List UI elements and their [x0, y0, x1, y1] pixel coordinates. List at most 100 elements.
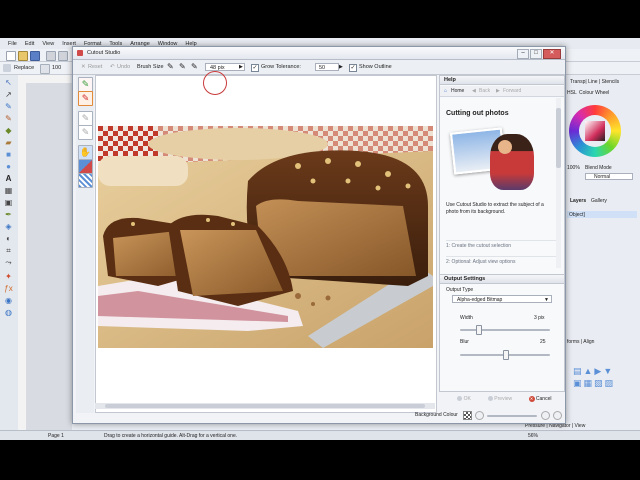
colour-wheel-tab[interactable]: Colour Wheel	[579, 90, 609, 96]
panel-tabs-top[interactable]: Transp| Line | Stencils	[570, 79, 619, 85]
mesh-tool-icon[interactable]: ✦	[3, 272, 14, 281]
reset-icon[interactable]: ✕	[81, 64, 86, 70]
brush-size-dropdown-icon[interactable]: ▶	[239, 64, 243, 70]
colour-wheel[interactable]	[569, 105, 621, 157]
minimize-icon[interactable]: –	[517, 49, 529, 59]
page-indicator[interactable]: Page 1	[48, 433, 64, 439]
align-icons[interactable]: ▤▲▶▼ ▣▦▧▨	[573, 365, 631, 405]
colour-picker-icon[interactable]: ✒	[3, 210, 14, 219]
picture-tool-icon[interactable]: ▣	[3, 198, 14, 207]
undo-icon[interactable]: ↶	[110, 64, 115, 70]
fill-tool-icon[interactable]: ◆	[3, 126, 14, 135]
gallery-tab[interactable]: Gallery	[591, 198, 607, 204]
status-bar: Page 1 Drag to create a horizontal guide…	[0, 430, 640, 440]
cutout-canvas[interactable]	[95, 75, 437, 413]
blur-slider-thumb[interactable]	[503, 350, 509, 360]
width-slider[interactable]	[460, 325, 550, 335]
table-tool-icon[interactable]: ▦	[3, 186, 14, 195]
pointer-tool-icon[interactable]: ↖	[3, 78, 14, 87]
help-scrollbar[interactable]	[556, 98, 561, 268]
help-step-1[interactable]: 1: Create the cutout selection	[446, 240, 556, 249]
colour-triangle[interactable]	[585, 121, 605, 141]
help-forward-link[interactable]: Forward	[503, 88, 521, 94]
background-checker-swatch[interactable]	[463, 411, 472, 420]
transform-tab[interactable]: forms | Align	[567, 339, 594, 345]
help-home-link[interactable]: Home	[451, 88, 464, 94]
menu-view[interactable]: View	[42, 40, 54, 49]
help-step-2[interactable]: 2: Optional: Adjust view options	[446, 256, 556, 265]
blend-mode-select[interactable]: Normal	[585, 173, 633, 180]
new-icon[interactable]	[6, 51, 16, 61]
preview-button[interactable]: Preview	[483, 394, 517, 404]
grow-tolerance-label: Grow Tolerance:	[261, 64, 301, 70]
transparency-tool-icon[interactable]: ◐	[3, 234, 14, 243]
cut-icon[interactable]	[46, 51, 56, 61]
ok-button[interactable]: OK	[453, 394, 475, 404]
brush-small-icon[interactable]: ✎	[167, 62, 174, 71]
touchup-keep-icon[interactable]: ✎	[78, 111, 93, 126]
touchup-discard-icon[interactable]: ✎	[78, 125, 93, 140]
zoom-in-icon[interactable]	[541, 411, 550, 420]
zoom-field[interactable]: 100	[52, 65, 61, 71]
3d-tool-icon[interactable]: ◍	[3, 308, 14, 317]
open-icon[interactable]	[18, 51, 28, 61]
canvas-horizontal-scrollbar[interactable]	[95, 403, 435, 409]
replace-button[interactable]: Replace	[14, 65, 34, 71]
chevron-down-icon: ▼	[544, 297, 549, 303]
home-icon[interactable]: ⌂	[444, 88, 447, 94]
save-icon[interactable]	[30, 51, 40, 61]
percent-label: 100%	[567, 165, 580, 171]
crop-tool-icon[interactable]: ⌗	[3, 246, 14, 255]
pen-tool-icon[interactable]: ✎	[3, 102, 14, 111]
layers-tab[interactable]: Layers	[570, 198, 586, 204]
dialog-title-bar[interactable]: Cutout Studio – □ ✕	[73, 47, 565, 60]
forward-icon[interactable]: ▶	[496, 88, 500, 94]
output-settings-panel: Output Settings Output Type Alpha-edged …	[439, 274, 565, 392]
quickshape-tool-icon[interactable]: ●	[3, 162, 14, 171]
brush-medium-icon[interactable]: ✎	[179, 62, 186, 71]
brush-large-icon[interactable]: ✎	[191, 62, 198, 71]
view-mode-icon[interactable]	[78, 159, 93, 174]
node-tool-icon[interactable]: ↗	[3, 90, 14, 99]
maximize-icon[interactable]: □	[530, 49, 542, 59]
output-type-select[interactable]: Alpha-edged Bitmap ▼	[452, 295, 552, 303]
fit-view-icon[interactable]	[553, 411, 562, 420]
brush-tool-icon[interactable]: ✎	[3, 114, 14, 123]
cancel-button[interactable]: ✕ Cancel	[523, 394, 557, 404]
help-back-link[interactable]: Back	[479, 88, 490, 94]
shadow-tool-icon[interactable]: ◉	[3, 296, 14, 305]
blur-slider[interactable]	[460, 350, 550, 360]
back-icon[interactable]: ◀	[472, 88, 476, 94]
eraser-tool-icon[interactable]: ▰	[3, 138, 14, 147]
properties-icon[interactable]	[40, 64, 50, 74]
brush-size-label: Brush Size	[137, 64, 164, 70]
scrollbar-thumb[interactable]	[105, 404, 425, 408]
fill-bucket-icon[interactable]: ◈	[3, 222, 14, 231]
menu-edit[interactable]: Edit	[25, 40, 34, 49]
document-canvas[interactable]	[26, 83, 72, 432]
text-tool-icon[interactable]: A	[3, 174, 14, 183]
undo-button[interactable]: Undo	[117, 64, 130, 70]
copy-icon[interactable]	[58, 51, 68, 61]
keep-brush-icon[interactable]: ✎	[78, 77, 93, 92]
width-slider-thumb[interactable]	[476, 325, 482, 335]
grow-tolerance-dropdown-icon[interactable]: ▶	[339, 64, 343, 70]
zoom-level[interactable]: 56%	[528, 433, 538, 439]
discard-brush-icon[interactable]: ✎	[78, 91, 93, 106]
effects-icon[interactable]: ƒx	[3, 284, 14, 293]
connector-tool-icon[interactable]: ⤳	[3, 258, 14, 267]
photo-bread[interactable]	[98, 126, 433, 348]
menu-file[interactable]: File	[8, 40, 17, 49]
layer-row[interactable]: Object]	[567, 211, 637, 218]
checker-view-icon[interactable]	[78, 173, 93, 188]
close-icon[interactable]: ✕	[543, 49, 561, 59]
show-outline-checkbox[interactable]: ✓	[349, 64, 357, 72]
zoom-slider[interactable]	[487, 415, 537, 417]
zoom-out-icon[interactable]	[475, 411, 484, 420]
hand-tool-icon[interactable]: ✋	[78, 145, 93, 160]
shape-tool-icon[interactable]: ■	[3, 150, 14, 159]
brush-cursor-circle	[203, 71, 227, 95]
reset-button[interactable]: Reset	[88, 64, 102, 70]
grow-tolerance-input[interactable]: 50	[315, 63, 339, 71]
grow-tolerance-checkbox[interactable]: ✓	[251, 64, 259, 72]
